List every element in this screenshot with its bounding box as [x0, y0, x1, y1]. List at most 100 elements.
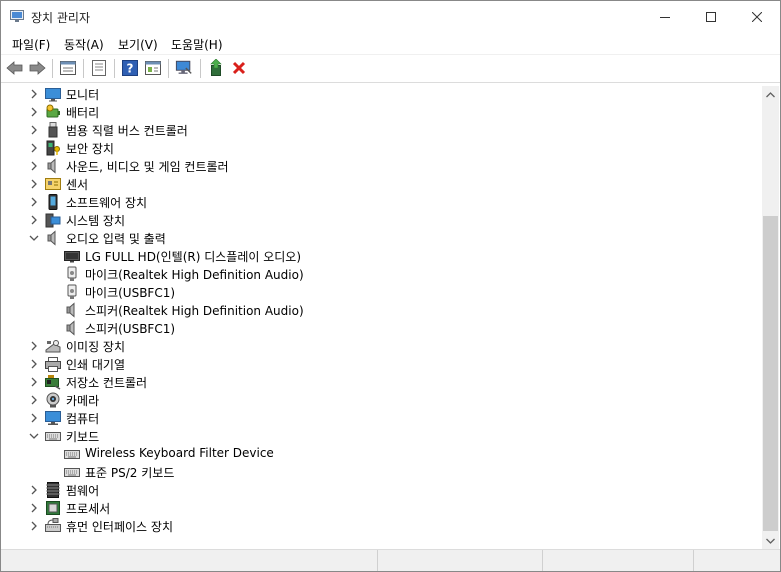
tree-category[interactable]: 사운드, 비디오 및 게임 컨트롤러: [1, 157, 762, 175]
scan-hardware-icon: [175, 60, 192, 74]
processor-icon: [46, 501, 60, 515]
chevron-down-icon: [766, 538, 775, 544]
menu-view[interactable]: 보기(V): [118, 36, 158, 53]
maximize-button[interactable]: [688, 1, 734, 32]
toolbar-separator: [200, 59, 201, 78]
chevron-right-icon[interactable]: [27, 410, 41, 426]
vertical-scrollbar[interactable]: [762, 86, 779, 549]
window-title: 장치 관리자: [31, 11, 91, 25]
view-resources-button[interactable]: [144, 59, 162, 77]
tree-item-label: 센서: [66, 178, 89, 192]
view-resources-icon: [145, 61, 161, 75]
tree-item-label: 보안 장치: [66, 142, 114, 156]
keyboard-icon: [64, 468, 80, 477]
scrollbar-thumb[interactable]: [763, 216, 778, 531]
chevron-right-icon[interactable]: [27, 176, 41, 192]
menu-help[interactable]: 도움말(H): [171, 36, 223, 53]
tree-item-label: 휴먼 인터페이스 장치: [66, 520, 173, 534]
tree-category[interactable]: 컴퓨터: [1, 409, 762, 427]
tree-item-label: 카메라: [66, 394, 100, 408]
tree-category[interactable]: 센서: [1, 175, 762, 193]
tree-item-label: LG FULL HD(인텔(R) 디스플레이 오디오): [85, 250, 302, 264]
tree-category[interactable]: 펌웨어: [1, 481, 762, 499]
update-driver-button[interactable]: [207, 59, 225, 77]
toolbar-separator: [168, 59, 169, 78]
title-bar: 장치 관리자: [1, 1, 780, 32]
properties-button[interactable]: [59, 59, 77, 77]
keyboard-icon: [45, 432, 61, 441]
tree-device[interactable]: Wireless Keyboard Filter Device: [1, 445, 762, 463]
tree-category[interactable]: 보안 장치: [1, 139, 762, 157]
tree-device[interactable]: 스피커(USBFC1): [1, 319, 762, 337]
chevron-right-icon[interactable]: [27, 518, 41, 534]
uninstall-device-icon: [232, 61, 246, 75]
chevron-right-icon[interactable]: [27, 194, 41, 210]
show-hidden-button[interactable]: [90, 59, 108, 77]
scan-hardware-button[interactable]: [175, 59, 193, 77]
chevron-right-icon[interactable]: [27, 482, 41, 498]
close-button[interactable]: [734, 1, 780, 32]
tree-item-label: Wireless Keyboard Filter Device: [85, 446, 274, 460]
uninstall-device-button[interactable]: [230, 59, 248, 77]
chevron-right-icon[interactable]: [27, 212, 41, 228]
tree-device[interactable]: 마이크(USBFC1): [1, 283, 762, 301]
firmware-icon: [46, 482, 60, 498]
scroll-down-button[interactable]: [762, 532, 779, 549]
tree-category[interactable]: 인쇄 대기열: [1, 355, 762, 373]
tree-category[interactable]: 휴먼 인터페이스 장치: [1, 517, 762, 535]
tree-item-label: 저장소 컨트롤러: [66, 376, 148, 390]
menu-action[interactable]: 동작(A): [64, 36, 104, 53]
chevron-down-icon[interactable]: [27, 428, 41, 444]
tree-device[interactable]: LG FULL HD(인텔(R) 디스플레이 오디오): [1, 247, 762, 265]
tree-item-label: 인쇄 대기열: [66, 358, 126, 372]
hid-icon: [45, 518, 61, 532]
maximize-icon: [706, 11, 716, 22]
tree-category[interactable]: 소프트웨어 장치: [1, 193, 762, 211]
help-button[interactable]: ?: [121, 59, 139, 77]
tree-category[interactable]: 키보드: [1, 427, 762, 445]
tree-category[interactable]: 범용 직렬 버스 컨트롤러: [1, 121, 762, 139]
back-button[interactable]: [6, 59, 24, 77]
tree-item-label: 마이크(USBFC1): [85, 286, 176, 300]
chevron-right-icon[interactable]: [27, 158, 41, 174]
chevron-right-icon[interactable]: [27, 86, 41, 102]
tree-item-label: 배터리: [66, 106, 100, 120]
chevron-right-icon[interactable]: [27, 140, 41, 156]
security-device-icon: [46, 140, 60, 156]
storage-controller-icon: [45, 375, 61, 390]
usb-icon: [48, 122, 58, 138]
minimize-button[interactable]: [642, 1, 688, 32]
chevron-right-icon[interactable]: [27, 104, 41, 120]
tree-category[interactable]: 모니터: [1, 85, 762, 103]
tree-category[interactable]: 오디오 입력 및 출력: [1, 229, 762, 247]
chevron-right-icon[interactable]: [27, 338, 41, 354]
tree-category[interactable]: 카메라: [1, 391, 762, 409]
scroll-up-button[interactable]: [762, 86, 779, 103]
chevron-right-icon[interactable]: [27, 356, 41, 372]
chevron-right-icon[interactable]: [27, 374, 41, 390]
printer-icon: [45, 357, 61, 372]
system-device-icon: [45, 213, 61, 228]
tree-category[interactable]: 저장소 컨트롤러: [1, 373, 762, 391]
tree-device[interactable]: 마이크(Realtek High Definition Audio): [1, 265, 762, 283]
tree-item-label: 마이크(Realtek High Definition Audio): [85, 268, 304, 282]
tree-device[interactable]: 표준 PS/2 키보드: [1, 463, 762, 481]
tree-item-label: 오디오 입력 및 출력: [66, 232, 166, 246]
minimize-icon: [660, 16, 670, 18]
menu-file[interactable]: 파일(F): [12, 36, 50, 53]
tree-device[interactable]: 스피커(Realtek High Definition Audio): [1, 301, 762, 319]
tree-item-label: 프로세서: [66, 502, 111, 516]
help-icon: ?: [122, 60, 138, 76]
chevron-right-icon[interactable]: [27, 122, 41, 138]
chevron-down-icon[interactable]: [27, 230, 41, 246]
toolbar-separator: [52, 59, 53, 78]
tree-category[interactable]: 시스템 장치: [1, 211, 762, 229]
tree-category[interactable]: 배터리: [1, 103, 762, 121]
forward-button[interactable]: [28, 59, 46, 77]
microphone-icon: [67, 284, 77, 299]
tree-category[interactable]: 이미징 장치: [1, 337, 762, 355]
toolbar-separator: [83, 59, 84, 78]
tree-category[interactable]: 프로세서: [1, 499, 762, 517]
chevron-right-icon[interactable]: [27, 500, 41, 516]
chevron-right-icon[interactable]: [27, 392, 41, 408]
